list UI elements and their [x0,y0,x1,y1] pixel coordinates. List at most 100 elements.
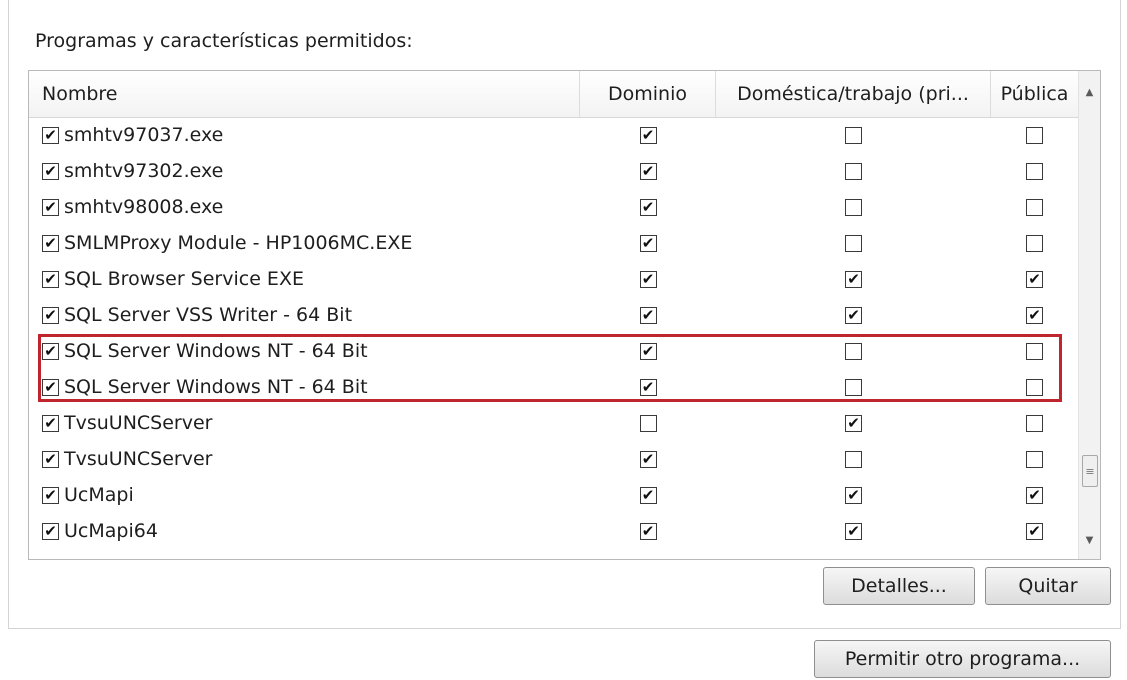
program-enabled-checkbox[interactable]: ✔ [42,162,59,180]
program-name-cell: ✔ SQL Browser Service EXE [42,261,304,297]
domain-checkbox[interactable]: ✔ [639,162,657,180]
program-name-cell: ✔ TvsuUNCServer [42,441,212,477]
domain-cell: ✔ [580,225,716,261]
program-enabled-checkbox[interactable]: ✔ [42,378,59,396]
domain-checkbox[interactable]: ✔ [639,378,657,396]
public-checkbox[interactable]: ✔ [1026,270,1043,288]
public-checkbox[interactable] [1026,378,1043,396]
program-name: UcMapi64 [64,520,158,542]
program-name-cell: ✔ smhtv98008.exe [42,189,223,225]
program-name: SQL Browser Service EXE [64,268,304,290]
program-enabled-checkbox[interactable]: ✔ [42,450,59,468]
remove-button[interactable]: Quitar [985,567,1111,605]
public-checkbox[interactable] [1026,342,1043,360]
column-header-name[interactable]: Nombre [29,71,580,117]
program-enabled-checkbox[interactable]: ✔ [42,306,59,324]
public-checkbox[interactable] [1026,162,1043,180]
home-work-cell [716,225,991,261]
domain-cell: ✔ [580,261,716,297]
scroll-up-icon[interactable]: ▲ [1079,81,1100,103]
public-cell: ✔ [991,261,1078,297]
program-name-cell: ✔ UcMapi64 [42,513,158,549]
home-work-cell: ✔ [716,513,991,549]
program-enabled-checkbox[interactable]: ✔ [42,234,59,252]
program-name: TvsuUNCServer [64,448,213,470]
domain-cell: ✔ [580,117,716,153]
program-enabled-checkbox[interactable]: ✔ [42,198,59,216]
column-header-domain[interactable]: Dominio [580,71,716,117]
home-work-cell: ✔ [716,297,991,333]
home-work-checkbox[interactable] [845,342,862,360]
list-row[interactable]: ✔ TvsuUNCServer ✔ [29,405,1078,441]
column-header-public[interactable]: Pública [991,71,1078,117]
home-work-checkbox[interactable]: ✔ [845,270,862,288]
domain-cell: ✔ [580,369,716,405]
program-name: smhtv98008.exe [64,196,224,218]
list-row[interactable]: ✔ SQL Server VSS Writer - 64 Bit ✔ ✔ ✔ [29,297,1078,333]
scroll-thumb[interactable]: ≡ [1082,455,1098,487]
public-checkbox[interactable] [1026,234,1043,252]
domain-checkbox[interactable]: ✔ [639,306,657,324]
domain-checkbox[interactable]: ✔ [639,198,657,216]
vertical-scrollbar[interactable]: ▲ ≡ ▼ [1078,71,1100,559]
list-row[interactable]: ✔ SQL Server Windows NT - 64 Bit ✔ [29,369,1078,405]
public-cell: ✔ [991,477,1078,513]
list-row[interactable]: ✔ smhtv97302.exe ✔ [29,153,1078,189]
program-name-cell: ✔ UcMapi [42,477,134,513]
home-work-checkbox[interactable]: ✔ [845,414,862,432]
public-checkbox[interactable]: ✔ [1026,522,1043,540]
list-row[interactable]: ✔ UcMapi ✔ ✔ ✔ [29,477,1078,513]
public-checkbox[interactable] [1026,198,1043,216]
public-checkbox[interactable] [1026,126,1043,144]
program-name: smhtv97302.exe [64,160,224,182]
home-work-checkbox[interactable]: ✔ [845,522,862,540]
public-checkbox[interactable] [1026,450,1043,468]
domain-checkbox[interactable]: ✔ [639,522,657,540]
list-row[interactable]: ✔ SQL Browser Service EXE ✔ ✔ ✔ [29,261,1078,297]
program-enabled-checkbox[interactable]: ✔ [42,486,59,504]
home-work-checkbox[interactable] [845,450,862,468]
public-checkbox[interactable]: ✔ [1026,486,1043,504]
home-work-checkbox[interactable] [845,126,862,144]
domain-checkbox[interactable]: ✔ [639,270,657,288]
home-work-checkbox[interactable] [845,234,862,252]
domain-checkbox[interactable]: ✔ [639,450,657,468]
allow-other-program-button[interactable]: Permitir otro programa... [814,640,1111,678]
program-enabled-checkbox[interactable]: ✔ [42,126,59,144]
list-row[interactable]: ✔ smhtv97037.exe ✔ [29,117,1078,153]
public-checkbox[interactable]: ✔ [1026,306,1043,324]
column-header-home-work[interactable]: Doméstica/trabajo (pri... [716,71,991,117]
program-name: SQL Server Windows NT - 64 Bit [64,376,368,398]
details-button[interactable]: Detalles... [823,567,975,605]
programs-list[interactable]: Nombre Dominio Doméstica/trabajo (pri...… [28,70,1101,560]
program-name: TvsuUNCServer [64,412,213,434]
program-name: UcMapi [64,484,134,506]
home-work-checkbox[interactable] [845,162,862,180]
list-row[interactable]: ✔ UcMapi64 ✔ ✔ ✔ [29,513,1078,549]
list-row[interactable]: ✔ TvsuUNCServer ✔ [29,441,1078,477]
program-enabled-checkbox[interactable]: ✔ [42,522,59,540]
home-work-checkbox[interactable]: ✔ [845,306,862,324]
public-checkbox[interactable] [1026,414,1043,432]
domain-checkbox[interactable]: ✔ [639,234,657,252]
list-row[interactable]: ✔ SQL Server Windows NT - 64 Bit ✔ [29,333,1078,369]
home-work-checkbox[interactable]: ✔ [845,486,862,504]
domain-checkbox[interactable] [639,414,657,432]
home-work-checkbox[interactable] [845,378,862,396]
program-enabled-checkbox[interactable]: ✔ [42,342,59,360]
program-name: SQL Server Windows NT - 64 Bit [64,340,368,362]
program-enabled-checkbox[interactable]: ✔ [42,414,59,432]
program-enabled-checkbox[interactable]: ✔ [42,270,59,288]
list-row[interactable]: ✔ SMLMProxy Module - HP1006MC.EXE ✔ [29,225,1078,261]
domain-checkbox[interactable]: ✔ [639,126,657,144]
domain-checkbox[interactable]: ✔ [639,486,657,504]
scroll-down-icon[interactable]: ▼ [1079,529,1100,551]
program-name-cell: ✔ smhtv97302.exe [42,153,223,189]
public-cell [991,333,1078,369]
home-work-cell: ✔ [716,405,991,441]
list-row[interactable]: ✔ smhtv98008.exe ✔ [29,189,1078,225]
home-work-cell [716,153,991,189]
domain-checkbox[interactable]: ✔ [639,342,657,360]
home-work-cell: ✔ [716,261,991,297]
home-work-checkbox[interactable] [845,198,862,216]
